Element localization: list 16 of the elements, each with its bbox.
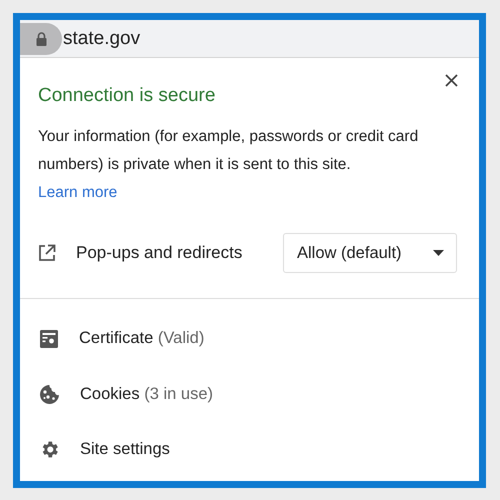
certificate-icon — [39, 328, 59, 349]
site-info-item[interactable]: Certificate (Valid) — [79, 329, 204, 348]
lock-icon — [36, 32, 46, 46]
url-text: state.gov — [63, 28, 140, 50]
cookie-icon — [39, 384, 60, 405]
permission-label: Pop-ups and redirects — [76, 243, 244, 263]
external-link-icon — [38, 244, 56, 262]
dropdown-caret-icon — [433, 250, 444, 256]
learn-more-link[interactable]: Learn more — [38, 179, 118, 207]
site-info-item[interactable]: Cookies (3 in use) — [80, 384, 213, 404]
security-description: Your information (for example, passwords or credit card numbers) is private when it is sent to this site. — [38, 127, 420, 175]
close-icon — [444, 74, 458, 86]
lock-button[interactable] — [20, 22, 62, 54]
connection-title: Connection is secure — [38, 85, 216, 107]
permission-dropdown[interactable]: Allow (default) — [283, 233, 457, 273]
site-info-item[interactable]: Site settings — [80, 440, 170, 460]
